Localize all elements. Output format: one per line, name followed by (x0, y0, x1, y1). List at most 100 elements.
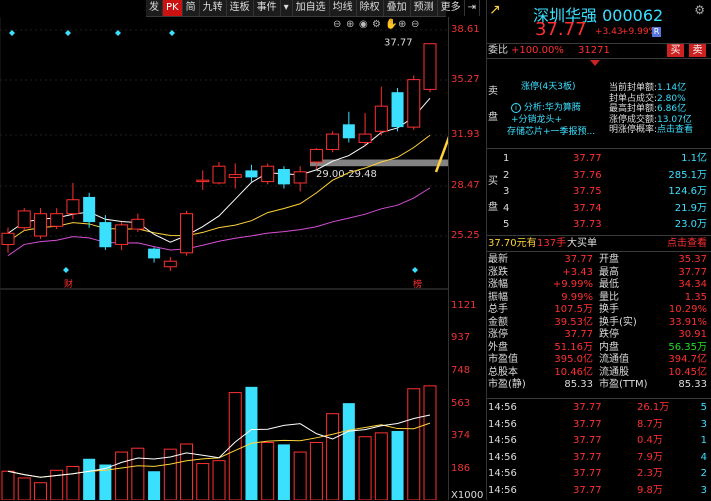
collapse-arrow-icon[interactable] (590, 60, 600, 66)
limit-up-title[interactable]: 涨停(4天3板) (521, 79, 575, 92)
bid-row[interactable]: 5 37.73 23.0万 (487, 218, 711, 231)
volume-bar (148, 471, 161, 500)
up-arrow-icon: ↗ (489, 2, 501, 18)
toolbar-item[interactable]: 除权 (357, 0, 384, 16)
bid-row[interactable]: 2 37.76 285.1万 (487, 169, 711, 182)
tick-row: 14:56 37.77 8.7万 3 (488, 418, 707, 430)
divider (487, 251, 711, 252)
volume-bar (180, 443, 194, 500)
tick-row: 14:56 37.77 9.8万 3 (488, 484, 707, 496)
volume-bar (309, 441, 323, 500)
stat-row: 市盈(静) 85.33 市盈(TTM) 85.33 (488, 379, 707, 390)
candle-body (99, 222, 112, 248)
candle-body (326, 133, 340, 150)
latest-price: 37.77 (535, 19, 587, 40)
volume-bar (326, 413, 340, 500)
bid-row[interactable]: 4 37.74 21.9万 (487, 202, 711, 215)
check-link[interactable]: 点击查看 (667, 237, 707, 250)
sell-button[interactable]: 卖 (689, 44, 706, 57)
volume-bar (261, 441, 275, 500)
event-marker (169, 30, 175, 36)
volume-tick-label: 374 (451, 430, 471, 441)
candle-body (374, 105, 388, 132)
volume-bar (423, 385, 437, 500)
bid-row[interactable]: 3 37.75 124.6万 (487, 185, 711, 198)
ma20-line (7, 187, 431, 257)
candle-body (17, 210, 31, 229)
volume-bar (374, 432, 388, 500)
candle-body (196, 179, 210, 183)
candle-body (309, 148, 323, 163)
volume-bar (17, 477, 31, 500)
sell-side-label: 卖盘 (488, 86, 498, 123)
plus-icon[interactable]: ⊕ (398, 19, 406, 30)
volume-bar (391, 430, 404, 500)
tick-row: 14:56 37.77 26.1万 5 (488, 402, 707, 413)
price-tick-label: 35.27 (451, 74, 480, 85)
stat-row: 涨幅 +9.99% 最低 34.34 (488, 279, 707, 290)
tag-line-2[interactable]: 存储芯片+一季报预... (507, 124, 595, 137)
toolbar-item[interactable]: 加自选 (293, 0, 330, 16)
toolbar-item[interactable]: 叠加 (384, 0, 411, 16)
kline-chart[interactable]: 29.00-29.48 ⊖ ⊕ ◉ ⚙ ✋ ⊕ ⊖ 37.77 财榜 (0, 17, 448, 500)
gear-icon[interactable]: ⚙ (694, 3, 705, 17)
stat-row: 总股本 10.46亿 流通股 10.45亿 (488, 366, 707, 378)
candle-body (212, 165, 226, 184)
quote-panel: ↗ 深圳华强 000062 ⚙ 37.77 +3.43 +9.99% R 委比 … (487, 0, 711, 500)
big-order-row: 37.70元有 137手 大买单 点击查看 (488, 237, 707, 250)
toolbar-item[interactable]: 更多 (438, 0, 465, 16)
candle-body (358, 133, 372, 143)
price-tick-label: 28.47 (451, 180, 480, 191)
r-badge[interactable]: R (652, 27, 661, 37)
eye-icon[interactable]: ◉ (359, 19, 368, 30)
toolbar-item[interactable]: 发 (146, 0, 163, 16)
kline-svg[interactable]: 29.00-29.48⊖ ⊕ ◉ ⚙ ✋ ⊕ ⊖37.77财榜 (0, 17, 448, 500)
candle-body (245, 170, 258, 178)
stat-row: 市盈值 395.0亿 流通值 394.7亿 (488, 354, 707, 365)
stat-row: 振幅 9.99% 量比 1.35 (488, 291, 707, 303)
settings-icon[interactable]: ⚙ (372, 19, 381, 30)
candle-body (148, 248, 161, 259)
event-marker (63, 267, 69, 273)
candle-body (407, 79, 421, 128)
event-marker (412, 267, 418, 273)
divider (487, 148, 711, 149)
bid-row[interactable]: 1 37.77 1.1亿 (487, 152, 711, 165)
candle-body (50, 213, 64, 227)
volume-bar (115, 451, 129, 500)
volume-tick-label: 186 (451, 463, 471, 474)
candle-body (293, 171, 307, 184)
exit-icon[interactable]: ⇥ (465, 0, 481, 16)
toolbar-item[interactable]: 均线 (330, 0, 357, 16)
toolbar-item[interactable]: PK (163, 0, 183, 16)
minus-icon[interactable]: ⊖ (411, 19, 419, 30)
divider (487, 398, 711, 399)
limit-metric: 明涨停概率:点击查看 (609, 125, 694, 135)
event-mark-bang: 榜 (413, 278, 422, 290)
volume-bar (66, 465, 80, 500)
toolbar-item[interactable]: 九转 (200, 0, 227, 16)
hand-icon[interactable]: ✋ (385, 17, 397, 30)
stat-row: 外盘 51.16万 内盘 56.35万 (488, 341, 707, 353)
toolbar-item[interactable]: 简 (183, 0, 200, 16)
volume-bar (83, 458, 96, 500)
event-marker (115, 30, 121, 36)
volume-bar (342, 403, 355, 500)
toolbar-item[interactable]: 连板 (227, 0, 254, 16)
event-mark-cai: 财 (64, 278, 73, 290)
divider (487, 58, 711, 59)
event-marker (9, 30, 15, 36)
zoom-out-icon[interactable]: ⊖ (333, 19, 341, 30)
tick-row: 14:56 37.77 0.4万 1 (488, 435, 707, 446)
zoom-in-icon[interactable]: ⊕ (346, 19, 354, 30)
price-tick-label: 38.61 (451, 24, 480, 35)
dropdown-icon[interactable]: ▾ (281, 0, 293, 16)
toolbar-item[interactable]: 预测 (411, 0, 438, 16)
volume-bar (131, 447, 145, 500)
volume-tick-label: 937 (451, 332, 471, 343)
candle-body (180, 213, 194, 254)
candle-body (163, 260, 177, 268)
buy-button[interactable]: 买 (667, 44, 684, 57)
volume-bar (407, 388, 421, 500)
toolbar-item[interactable]: 事件 (254, 0, 281, 16)
